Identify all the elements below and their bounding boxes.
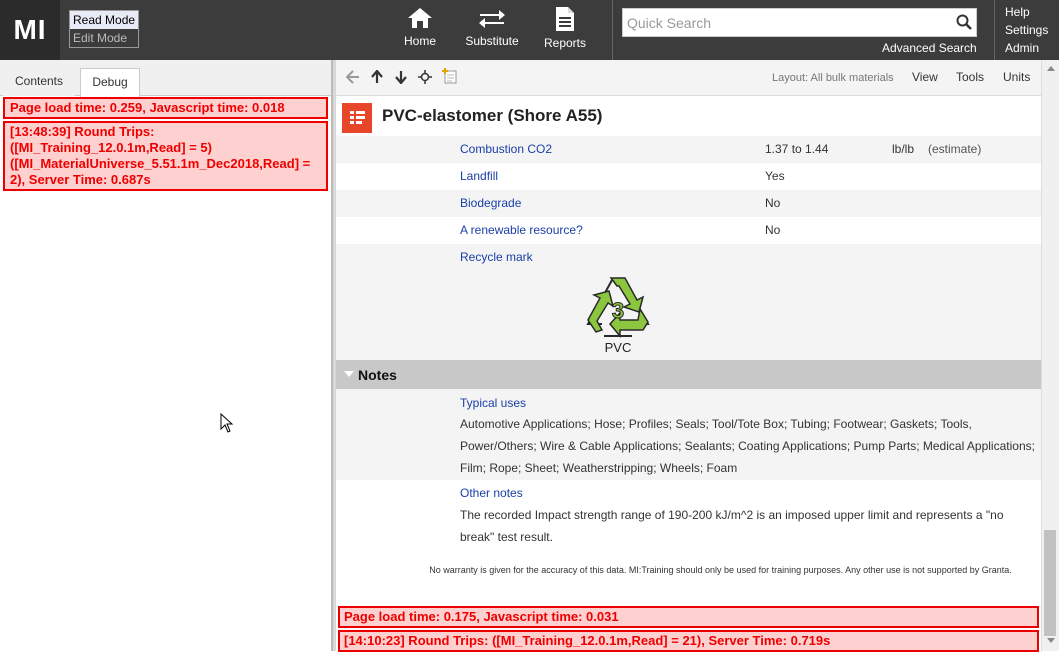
record-datasheet-icon (342, 103, 372, 133)
record-toolbar: Layout: All bulk materials View Tools Un… (336, 60, 1041, 96)
attribute-name-link[interactable]: Combustion CO2 (460, 142, 552, 156)
left-panel: Contents Debug Page load time: 0.259, Ja… (0, 60, 332, 651)
attribute-row: Combustion CO2 1.37 to 1.44 lb/lb (estim… (336, 136, 1041, 163)
swap-arrows-icon (479, 10, 505, 28)
recycle-label: PVC (604, 340, 632, 355)
debug-round-trips-bottom: [14:10:23] Round Trips: ([MI_Training_12… (338, 630, 1039, 652)
right-menu: Help Settings Admin (1005, 3, 1048, 57)
header-divider (612, 0, 613, 60)
mode-switch: Read Mode Edit Mode (69, 10, 139, 48)
recycle-triangle-icon: 3 (586, 277, 650, 339)
debug-page-load-bottom: Page load time: 0.175, Javascript time: … (338, 606, 1039, 628)
reports-label: Reports (543, 36, 587, 50)
record-panel: Layout: All bulk materials View Tools Un… (336, 60, 1041, 652)
attribute-name-link[interactable]: Landfill (460, 169, 498, 183)
scroll-thumb[interactable] (1044, 530, 1056, 636)
tools-menu[interactable]: Tools (956, 70, 984, 84)
quick-search-input[interactable] (623, 9, 943, 36)
recycle-mark-pvc: 3 PVC (582, 274, 654, 358)
attribute-row: Biodegrade No (336, 190, 1041, 217)
other-notes-link[interactable]: Other notes (460, 486, 523, 500)
typical-uses-text: Automotive Applications; Hose; Profiles;… (460, 417, 1035, 475)
attribute-row: Landfill Yes (336, 163, 1041, 190)
arrow-up-icon[interactable] (370, 69, 384, 89)
attribute-name-link[interactable]: Recycle mark (460, 250, 533, 264)
header-divider (994, 0, 995, 60)
quick-search-box (622, 8, 977, 37)
typical-uses-block: Typical uses Automotive Applications; Ho… (336, 389, 1041, 480)
attribute-value: 1.37 to 1.44 (765, 142, 829, 156)
left-tabs: Contents Debug (0, 60, 331, 97)
debug-round-trips: [13:48:39] Round Trips: ([MI_Training_12… (3, 121, 328, 191)
other-notes-block: Other notes The recorded Impact strength… (336, 480, 1041, 560)
typical-uses-link[interactable]: Typical uses (460, 396, 526, 410)
attribute-value: Yes (765, 169, 785, 183)
layout-label: Layout: All bulk materials (772, 72, 894, 84)
other-notes-text: The recorded Impact strength range of 19… (460, 508, 1004, 544)
reports-button[interactable]: Reports (540, 6, 590, 56)
record-title-bar: PVC-elastomer (Shore A55) (336, 96, 1041, 140)
mi-logo[interactable]: MI (0, 0, 60, 60)
tab-contents[interactable]: Contents (3, 68, 75, 96)
substitute-label: Substitute (465, 34, 519, 48)
view-menu[interactable]: View (912, 70, 938, 84)
attribute-row-recycle-mark: Recycle mark (336, 244, 1041, 360)
report-document-icon (556, 7, 574, 31)
record-scrollbar[interactable] (1041, 60, 1059, 651)
attribute-value: No (765, 223, 781, 237)
attribute-value: No (765, 196, 781, 210)
attribute-name-link[interactable]: Biodegrade (460, 196, 521, 210)
search-icon[interactable] (956, 14, 972, 35)
help-link[interactable]: Help (1005, 3, 1048, 21)
warranty-disclaimer: No warranty is given for the accuracy of… (429, 565, 1012, 575)
record-title: PVC-elastomer (Shore A55) (382, 106, 603, 125)
mouse-cursor-icon (220, 412, 234, 438)
locate-crosshair-icon[interactable] (418, 70, 432, 89)
attribute-estimate-note: (estimate) (928, 142, 982, 156)
scroll-down-arrow-icon[interactable] (1047, 638, 1055, 643)
units-menu[interactable]: Units (1003, 70, 1030, 84)
settings-link[interactable]: Settings (1005, 21, 1048, 39)
top-header: MI Read Mode Edit Mode Home Substitute R… (0, 0, 1059, 60)
edit-mode-option[interactable]: Edit Mode (70, 29, 138, 47)
back-arrow-icon[interactable] (345, 70, 360, 89)
substitute-button[interactable]: Substitute (462, 6, 522, 56)
recycle-number: 3 (612, 298, 624, 323)
attribute-unit: lb/lb (892, 142, 915, 156)
scroll-up-arrow-icon[interactable] (1047, 66, 1055, 71)
attribute-name-link[interactable]: A renewable resource? (460, 223, 583, 237)
add-to-folder-icon[interactable] (442, 68, 458, 89)
collapse-triangle-icon[interactable] (344, 371, 354, 377)
debug-page-load: Page load time: 0.259, Javascript time: … (3, 97, 328, 119)
notes-section-header[interactable]: Notes (336, 360, 1041, 389)
tab-debug[interactable]: Debug (80, 68, 140, 97)
advanced-search-link[interactable]: Advanced Search (882, 41, 977, 55)
arrow-down-icon[interactable] (394, 70, 408, 89)
notes-header-label: Notes (358, 367, 397, 383)
home-icon (408, 8, 432, 28)
admin-link[interactable]: Admin (1005, 39, 1048, 57)
home-button[interactable]: Home (400, 6, 440, 56)
read-mode-option[interactable]: Read Mode (70, 11, 138, 29)
attribute-row: A renewable resource? No (336, 217, 1041, 244)
home-label: Home (403, 34, 436, 48)
